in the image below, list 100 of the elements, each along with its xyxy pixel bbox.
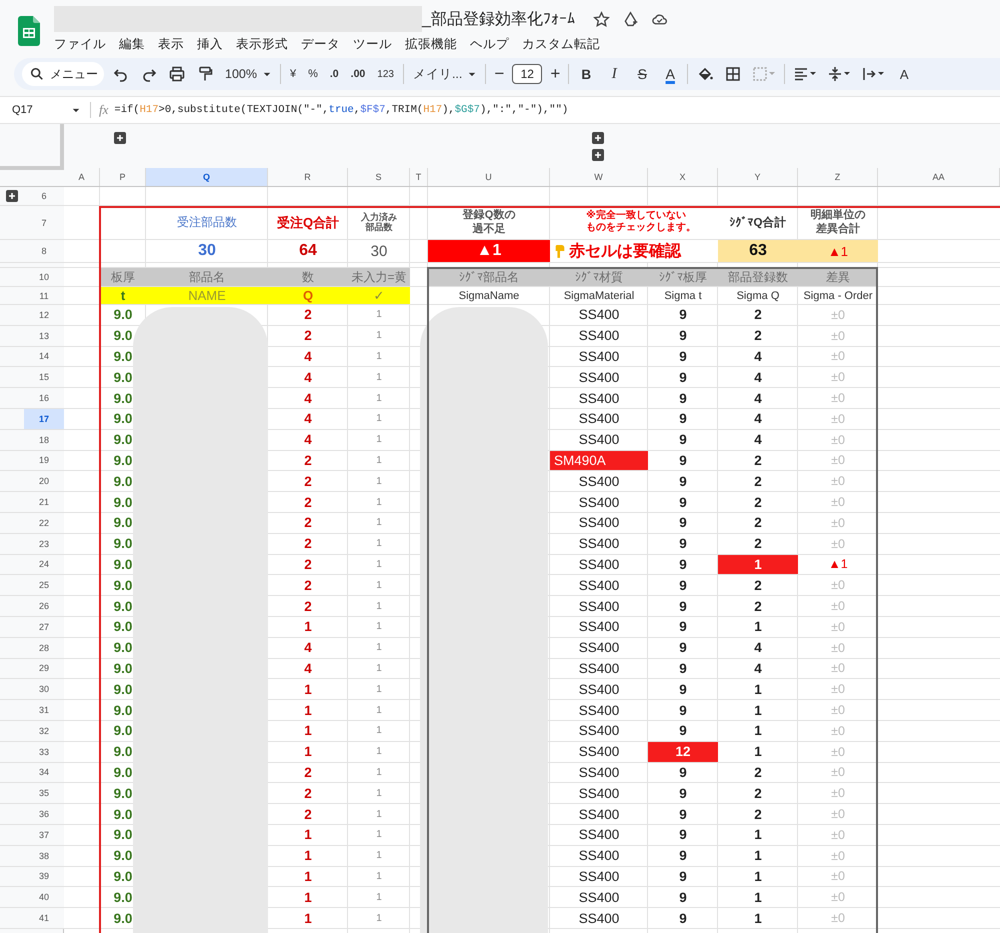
table-cell: 1 <box>376 517 382 528</box>
table-cell: 1 <box>376 558 382 570</box>
text-rotation-button[interactable]: A <box>893 62 916 86</box>
table-cell: 1 <box>376 829 382 840</box>
zoom-dropdown[interactable]: 100% <box>222 62 274 86</box>
column-heading: 部品名 <box>146 268 268 286</box>
increase-size-button[interactable]: + <box>548 62 562 86</box>
table-cell-text: SS400 <box>578 368 620 387</box>
strikethrough-button[interactable]: S <box>631 62 654 86</box>
menu-item[interactable]: ファイル <box>54 36 106 53</box>
row-header[interactable]: 17 <box>24 408 64 429</box>
expand-group-icon[interactable] <box>592 149 604 161</box>
table-cell: 9.0 <box>114 848 132 864</box>
column-heading: ｼｸﾞﾏ部品名 <box>428 268 550 286</box>
column-heading: 未入力=黄 <box>348 268 410 286</box>
table-cell-text: 1 <box>753 826 763 844</box>
table-cell: 9.0 <box>114 827 132 842</box>
table-cell: 1 <box>376 413 382 424</box>
bold-button[interactable]: B <box>575 62 598 86</box>
table-cell: ±0 <box>831 828 845 842</box>
menu-item[interactable]: カスタム転記 <box>522 36 600 53</box>
increase-decimal-button[interactable]: .00 <box>348 62 368 86</box>
table-cell-text: SS400 <box>578 576 620 595</box>
menu-item[interactable]: 表示形式 <box>236 36 288 53</box>
table-cell: 1 <box>376 454 382 466</box>
table-cell: 9.0 <box>114 806 132 822</box>
paint-format-icon[interactable] <box>197 66 213 82</box>
table-cell: 1 <box>304 682 312 697</box>
formula-field[interactable]: =if(H17>0,substitute(TEXTJOIN("-",true,$F$7,TRIM(H17),$G$7),":","-"),"") <box>114 104 568 116</box>
merge-cells-icon[interactable] <box>753 66 776 82</box>
menu-item[interactable]: 表示 <box>158 36 184 53</box>
notice-text: ものをチェックします。 <box>585 222 696 233</box>
number-format-button[interactable]: 123 <box>374 62 397 86</box>
table-cell: ｼｸﾞﾏQ合計 <box>730 215 786 230</box>
text-wrap-icon[interactable] <box>862 66 884 82</box>
table-cell-text: SS400 <box>578 472 620 491</box>
table-cell: 30 <box>370 242 388 260</box>
menu-item[interactable]: 挿入 <box>197 36 223 53</box>
menu-item[interactable]: ツール <box>353 36 392 53</box>
table-cell-text: SS400 <box>578 806 620 824</box>
table-cell: 9.0 <box>114 390 132 406</box>
column-heading: 数 <box>268 268 348 286</box>
expand-group-icon[interactable] <box>6 190 18 202</box>
table-cell: ±0 <box>831 328 845 343</box>
table-cell: 1 <box>376 684 382 695</box>
table-cell-text: 9 <box>678 472 688 491</box>
table-cell-text: 2 <box>753 306 763 324</box>
font-size-field[interactable]: 12 <box>512 64 542 84</box>
column-header[interactable]: Q <box>146 168 268 186</box>
table-cell-text: SS400 <box>578 514 620 532</box>
table-cell: 1 <box>376 392 382 404</box>
menu-item[interactable]: 編集 <box>119 36 145 53</box>
menu-item[interactable]: データ <box>301 36 340 53</box>
document-title[interactable]: _部品登録効率化ﾌｫｰﾑ <box>422 8 575 30</box>
italic-button[interactable]: I <box>603 62 626 86</box>
table-cell: 4 <box>304 370 312 385</box>
cell-reference-field[interactable]: Q17 <box>0 104 72 116</box>
table-cell: 受注部品数 <box>177 214 237 231</box>
table-cell-text: 9 <box>678 556 688 574</box>
table-cell: 9.0 <box>114 452 132 468</box>
table-cell: 1 <box>376 725 382 736</box>
currency-button[interactable]: ¥ <box>286 62 300 86</box>
print-icon[interactable] <box>169 66 185 82</box>
menu-item[interactable]: ヘルプ <box>470 36 509 53</box>
star-icon[interactable] <box>592 10 610 28</box>
vertical-align-icon[interactable] <box>828 66 850 82</box>
table-cell: 9.0 <box>114 494 132 510</box>
table-cell: 9.0 <box>114 868 132 884</box>
table-cell-text: 2 <box>753 514 763 532</box>
font-dropdown[interactable]: メイリ... <box>410 62 480 86</box>
table-cell: ±0 <box>831 848 845 863</box>
table-cell-text: 4 <box>753 410 763 428</box>
borders-icon[interactable] <box>725 66 742 82</box>
fill-color-icon[interactable] <box>697 66 714 82</box>
table-cell: 2 <box>304 786 312 801</box>
percent-button[interactable]: % <box>305 62 321 86</box>
search-menu-field[interactable]: メニュー <box>22 62 104 86</box>
table-cell-text: 9 <box>678 327 688 346</box>
expand-group-icon[interactable] <box>592 132 604 144</box>
decrease-decimal-button[interactable]: .0 <box>326 62 342 86</box>
table-cell-text: SS400 <box>578 494 620 512</box>
table-cell: 9.0 <box>114 702 132 718</box>
table-cell-text: 2 <box>753 576 763 595</box>
decrease-size-button[interactable]: − <box>492 62 506 86</box>
table-cell: 1 <box>376 372 382 383</box>
table-cell: 9.0 <box>114 744 132 760</box>
table-cell-text: 9 <box>678 368 688 387</box>
align-icon[interactable] <box>794 66 816 82</box>
table-cell: ±0 <box>831 744 845 759</box>
menu-item[interactable]: 拡張機能 <box>405 36 457 53</box>
table-cell: 1 <box>376 434 382 446</box>
table-cell-text: 1 <box>753 868 763 886</box>
text-color-button[interactable]: A <box>659 62 682 86</box>
table-cell-text: SS400 <box>578 660 620 678</box>
caret-icon[interactable] <box>72 108 80 112</box>
expand-group-icon[interactable] <box>114 132 126 144</box>
table-cell: 9.0 <box>114 598 132 614</box>
sheets-logo-icon[interactable] <box>18 16 40 46</box>
table-cell-text: 2 <box>753 472 763 491</box>
table-cell: 1 <box>376 850 382 862</box>
